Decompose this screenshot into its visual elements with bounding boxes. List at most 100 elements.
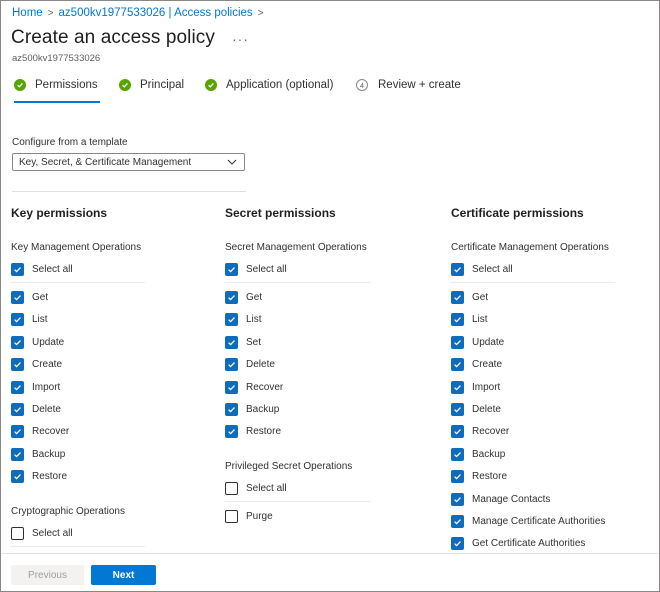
checkbox-label: Get xyxy=(472,292,489,303)
checkbox-checked-icon[interactable] xyxy=(451,335,464,349)
key-recover-checkbox[interactable]: Recover xyxy=(11,425,70,439)
secret-recover-checkbox[interactable]: Recover xyxy=(225,380,283,394)
checkbox-checked-icon[interactable] xyxy=(11,447,24,461)
key-update-checkbox[interactable]: Update xyxy=(11,335,64,349)
certificate-get-certificate-authorities-checkbox[interactable]: Get Certificate Authorities xyxy=(451,537,586,551)
certificate-create-checkbox[interactable]: Create xyxy=(451,358,502,372)
key-get-checkbox[interactable]: Get xyxy=(11,291,48,304)
checkbox-checked-icon[interactable] xyxy=(451,515,464,528)
breadcrumb-access-policies-link[interactable]: az500kv1977533026 | Access policies xyxy=(59,7,253,19)
checkbox-checked-icon[interactable] xyxy=(11,358,24,372)
checkbox-checked-icon[interactable] xyxy=(11,380,24,394)
checkbox-checked-icon[interactable] xyxy=(225,263,238,276)
tab-application[interactable]: Application (optional) xyxy=(205,79,333,91)
certificate-manage-certificate-authorities-checkbox[interactable]: Manage Certificate Authorities xyxy=(451,515,605,528)
certificate-list-checkbox[interactable]: List xyxy=(451,313,488,327)
checkbox-label: Backup xyxy=(32,448,66,460)
checkbox-unchecked-icon[interactable] xyxy=(11,527,24,540)
checkbox-label: Recover xyxy=(32,426,70,438)
checkbox-checked-icon[interactable] xyxy=(225,335,238,349)
checkbox-unchecked-icon[interactable] xyxy=(225,510,238,523)
tab-permissions[interactable]: Permissions xyxy=(14,79,100,103)
tab-label: Principal xyxy=(140,79,185,91)
checkbox-checked-icon[interactable] xyxy=(451,403,464,416)
checkbox-checked-icon[interactable] xyxy=(11,291,24,304)
key-crypto-label: Cryptographic Operations xyxy=(11,506,125,517)
secret-delete-checkbox[interactable]: Delete xyxy=(225,358,275,372)
checkbox-checked-icon[interactable] xyxy=(451,291,464,304)
checkbox-checked-icon[interactable] xyxy=(11,335,24,349)
checkbox-label: Get Certificate Authorities xyxy=(472,538,586,550)
breadcrumb-home-link[interactable]: Home xyxy=(12,7,43,19)
certificate-management-label: Certificate Management Operations xyxy=(451,242,609,253)
key-backup-checkbox[interactable]: Backup xyxy=(11,447,66,461)
checkbox-checked-icon[interactable] xyxy=(451,313,464,327)
checkbox-label: Manage Contacts xyxy=(472,493,551,505)
certificate-backup-checkbox[interactable]: Backup xyxy=(451,447,506,461)
key-list-checkbox[interactable]: List xyxy=(11,313,48,327)
checkbox-checked-icon[interactable] xyxy=(451,492,464,506)
checkbox-checked-icon[interactable] xyxy=(451,537,464,551)
certificate-select-all-checkbox[interactable]: Select all xyxy=(451,263,513,276)
certificate-import-checkbox[interactable]: Import xyxy=(451,380,500,394)
previous-button[interactable]: Previous xyxy=(11,565,84,585)
checkbox-checked-icon[interactable] xyxy=(451,425,464,439)
checkbox-checked-icon[interactable] xyxy=(11,425,24,439)
checkbox-checked-icon[interactable] xyxy=(11,313,24,327)
breadcrumb-chevron-icon: > xyxy=(257,8,264,19)
certificate-manage-contacts-checkbox[interactable]: Manage Contacts xyxy=(451,492,551,506)
tab-review-create[interactable]: 4 Review + create xyxy=(356,79,461,91)
template-dropdown[interactable]: Key, Secret, & Certificate Management xyxy=(12,153,245,171)
secret-backup-checkbox[interactable]: Backup xyxy=(225,403,279,416)
checkbox-label: Select all xyxy=(246,264,287,275)
checkbox-checked-icon[interactable] xyxy=(451,470,464,484)
checkbox-checked-icon[interactable] xyxy=(225,358,238,372)
checkbox-checked-icon[interactable] xyxy=(451,380,464,394)
more-options-icon[interactable]: ··· xyxy=(232,31,249,47)
next-button[interactable]: Next xyxy=(91,565,156,585)
secret-set-checkbox[interactable]: Set xyxy=(225,335,261,349)
checkbox-label: Manage Certificate Authorities xyxy=(472,516,606,527)
checkbox-label: List xyxy=(246,314,262,326)
checkbox-checked-icon[interactable] xyxy=(225,425,238,439)
certificate-restore-checkbox[interactable]: Restore xyxy=(451,470,507,484)
key-crypto-select-all-checkbox[interactable]: Select all xyxy=(11,527,73,540)
certificate-get-checkbox[interactable]: Get xyxy=(451,291,488,304)
key-restore-checkbox[interactable]: Restore xyxy=(11,470,67,484)
secret-list-checkbox[interactable]: List xyxy=(225,313,262,327)
checkbox-checked-icon[interactable] xyxy=(11,403,24,416)
tab-label: Application (optional) xyxy=(226,79,334,91)
create-access-policy-panel: Home > az500kv1977533026 | Access policies… xyxy=(0,0,660,592)
checkbox-checked-icon[interactable] xyxy=(225,291,238,304)
divider xyxy=(225,282,371,283)
secret-get-checkbox[interactable]: Get xyxy=(225,291,262,304)
secret-management-label: Secret Management Operations xyxy=(225,242,367,253)
certificate-permissions-title: Certificate permissions xyxy=(451,206,584,220)
checkbox-checked-icon[interactable] xyxy=(11,263,24,276)
checkbox-label: Select all xyxy=(246,483,287,494)
key-select-all-checkbox[interactable]: Select all xyxy=(11,263,73,276)
checkbox-checked-icon[interactable] xyxy=(451,358,464,372)
checkbox-checked-icon[interactable] xyxy=(225,313,238,327)
checkbox-unchecked-icon[interactable] xyxy=(225,482,238,495)
checkbox-checked-icon[interactable] xyxy=(225,403,238,416)
checkbox-label: Get xyxy=(246,292,263,303)
check-circle-icon xyxy=(205,79,217,91)
certificate-recover-checkbox[interactable]: Recover xyxy=(451,425,509,439)
secret-restore-checkbox[interactable]: Restore xyxy=(225,425,281,439)
tab-principal[interactable]: Principal xyxy=(119,79,184,91)
checkbox-checked-icon[interactable] xyxy=(451,447,464,461)
divider xyxy=(12,191,246,192)
checkbox-label: Backup xyxy=(472,448,506,460)
secret-purge-checkbox[interactable]: Purge xyxy=(225,510,273,523)
secret-select-all-checkbox[interactable]: Select all xyxy=(225,263,287,276)
key-delete-checkbox[interactable]: Delete xyxy=(11,403,61,416)
certificate-delete-checkbox[interactable]: Delete xyxy=(451,403,501,416)
certificate-update-checkbox[interactable]: Update xyxy=(451,335,504,349)
checkbox-checked-icon[interactable] xyxy=(451,263,464,276)
key-import-checkbox[interactable]: Import xyxy=(11,380,60,394)
secret-privileged-select-all-checkbox[interactable]: Select all xyxy=(225,482,287,495)
key-create-checkbox[interactable]: Create xyxy=(11,358,62,372)
checkbox-checked-icon[interactable] xyxy=(11,470,24,484)
checkbox-checked-icon[interactable] xyxy=(225,380,238,394)
